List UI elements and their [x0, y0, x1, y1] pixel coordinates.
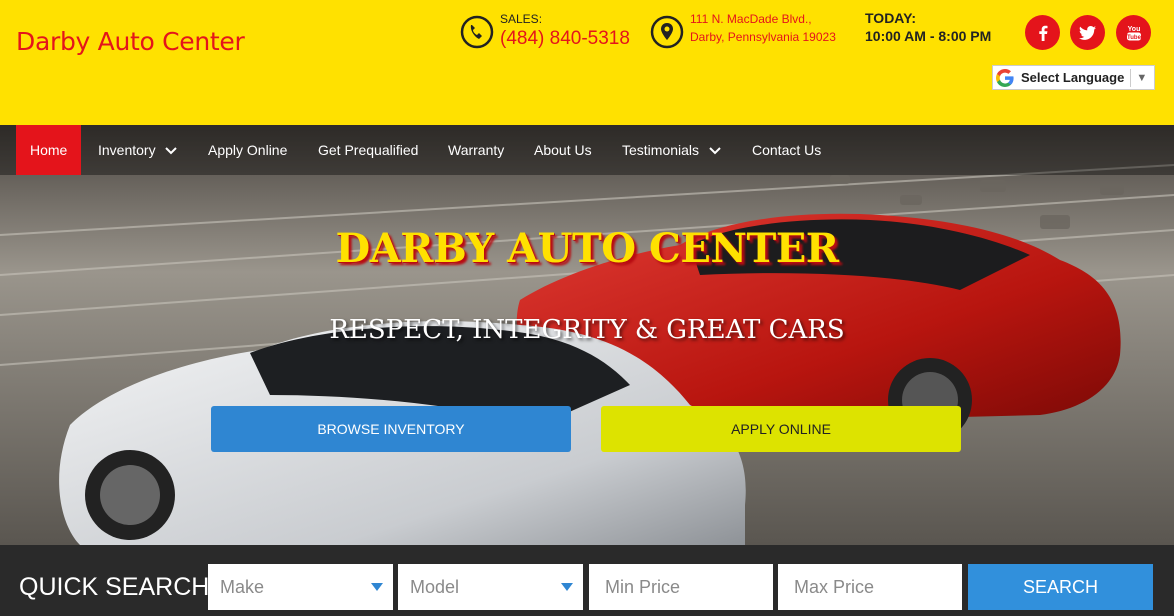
- nav-inventory[interactable]: Inventory: [98, 125, 178, 175]
- nav-warranty[interactable]: Warranty: [448, 125, 504, 175]
- business-hours: 10:00 AM - 8:00 PM: [865, 28, 992, 44]
- google-icon: [996, 68, 1014, 87]
- hero-title: DARBY AUTO CENTER: [335, 225, 839, 272]
- make-placeholder: Make: [220, 577, 265, 597]
- make-select[interactable]: Make: [208, 564, 393, 610]
- nav-get-prequalified[interactable]: Get Prequalified: [318, 125, 418, 175]
- nav-contact-us[interactable]: Contact Us: [752, 125, 821, 175]
- svg-text:Tube: Tube: [1127, 35, 1142, 41]
- nav-home[interactable]: Home: [16, 125, 82, 175]
- quick-search-label: QUICK SEARCH: [19, 573, 210, 601]
- map-pin-icon: [650, 15, 684, 49]
- max-price-input[interactable]: Max Price: [778, 564, 962, 610]
- min-price-input[interactable]: Min Price: [589, 564, 773, 610]
- hero-subtitle: RESPECT, INTEGRITY & GREAT CARS: [329, 315, 845, 345]
- language-select[interactable]: Select Language ▼: [992, 65, 1155, 90]
- caret-down-icon: [371, 583, 383, 591]
- browse-inventory-button[interactable]: BROWSE INVENTORY: [211, 406, 571, 452]
- site-logo[interactable]: Darby Auto Center: [16, 27, 245, 56]
- language-label: Select Language: [1021, 70, 1125, 85]
- sales-phone-link[interactable]: (484) 840-5318: [500, 28, 630, 50]
- apply-online-button[interactable]: APPLY ONLINE: [601, 406, 961, 452]
- facebook-icon[interactable]: [1025, 15, 1060, 50]
- address-line-1[interactable]: 111 N. MacDade Blvd.,: [690, 12, 812, 26]
- svg-text:You: You: [1127, 26, 1140, 33]
- nav-inventory-label: Inventory: [98, 142, 156, 158]
- model-select[interactable]: Model: [398, 564, 583, 610]
- twitter-icon[interactable]: [1070, 15, 1105, 50]
- model-placeholder: Model: [410, 577, 460, 597]
- caret-down-icon: ▼: [1130, 68, 1147, 87]
- main-nav: Home Inventory Apply Online Get Prequali…: [0, 125, 1174, 175]
- youtube-icon[interactable]: You Tube: [1116, 15, 1151, 50]
- chevron-down-icon: [165, 147, 178, 155]
- address-line-2[interactable]: Darby, Pennsylvania 19023: [690, 30, 836, 44]
- sales-label: SALES:: [500, 12, 543, 26]
- chevron-down-icon: [709, 147, 721, 155]
- nav-testimonials-label: Testimonials: [622, 142, 700, 158]
- search-button[interactable]: SEARCH: [968, 564, 1153, 610]
- site-header: Darby Auto Center SALES: (484) 840-5318 …: [0, 0, 1174, 125]
- nav-about-us[interactable]: About Us: [534, 125, 592, 175]
- today-label: TODAY:: [865, 10, 917, 26]
- nav-apply-online[interactable]: Apply Online: [208, 125, 287, 175]
- phone-icon: [460, 15, 494, 49]
- caret-down-icon: [561, 583, 573, 591]
- nav-testimonials[interactable]: Testimonials: [622, 125, 721, 175]
